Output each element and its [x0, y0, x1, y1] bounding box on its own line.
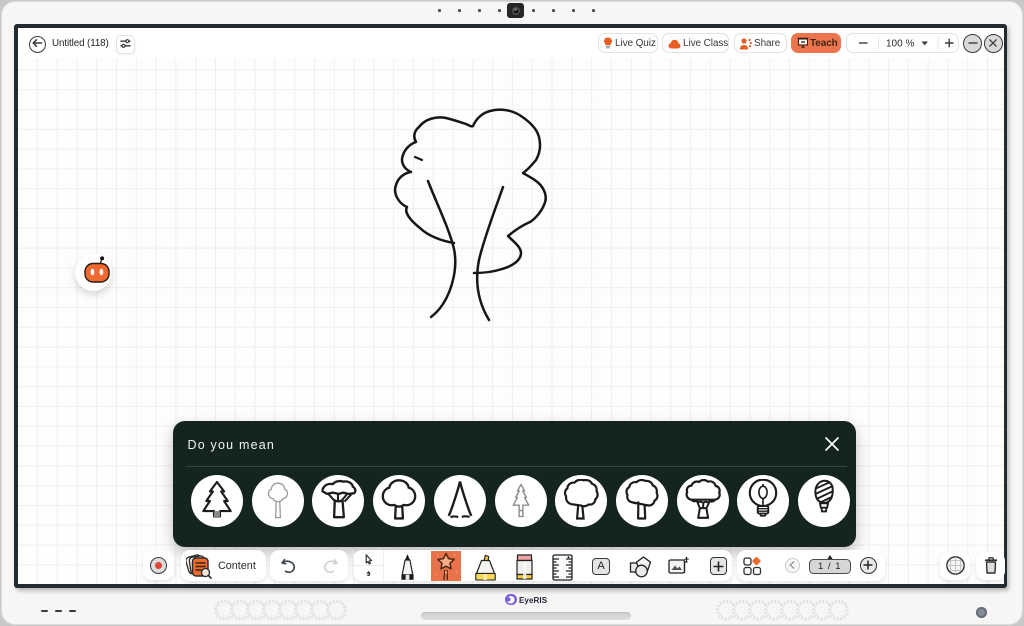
svg-text:100 %: 100 %	[886, 38, 914, 49]
